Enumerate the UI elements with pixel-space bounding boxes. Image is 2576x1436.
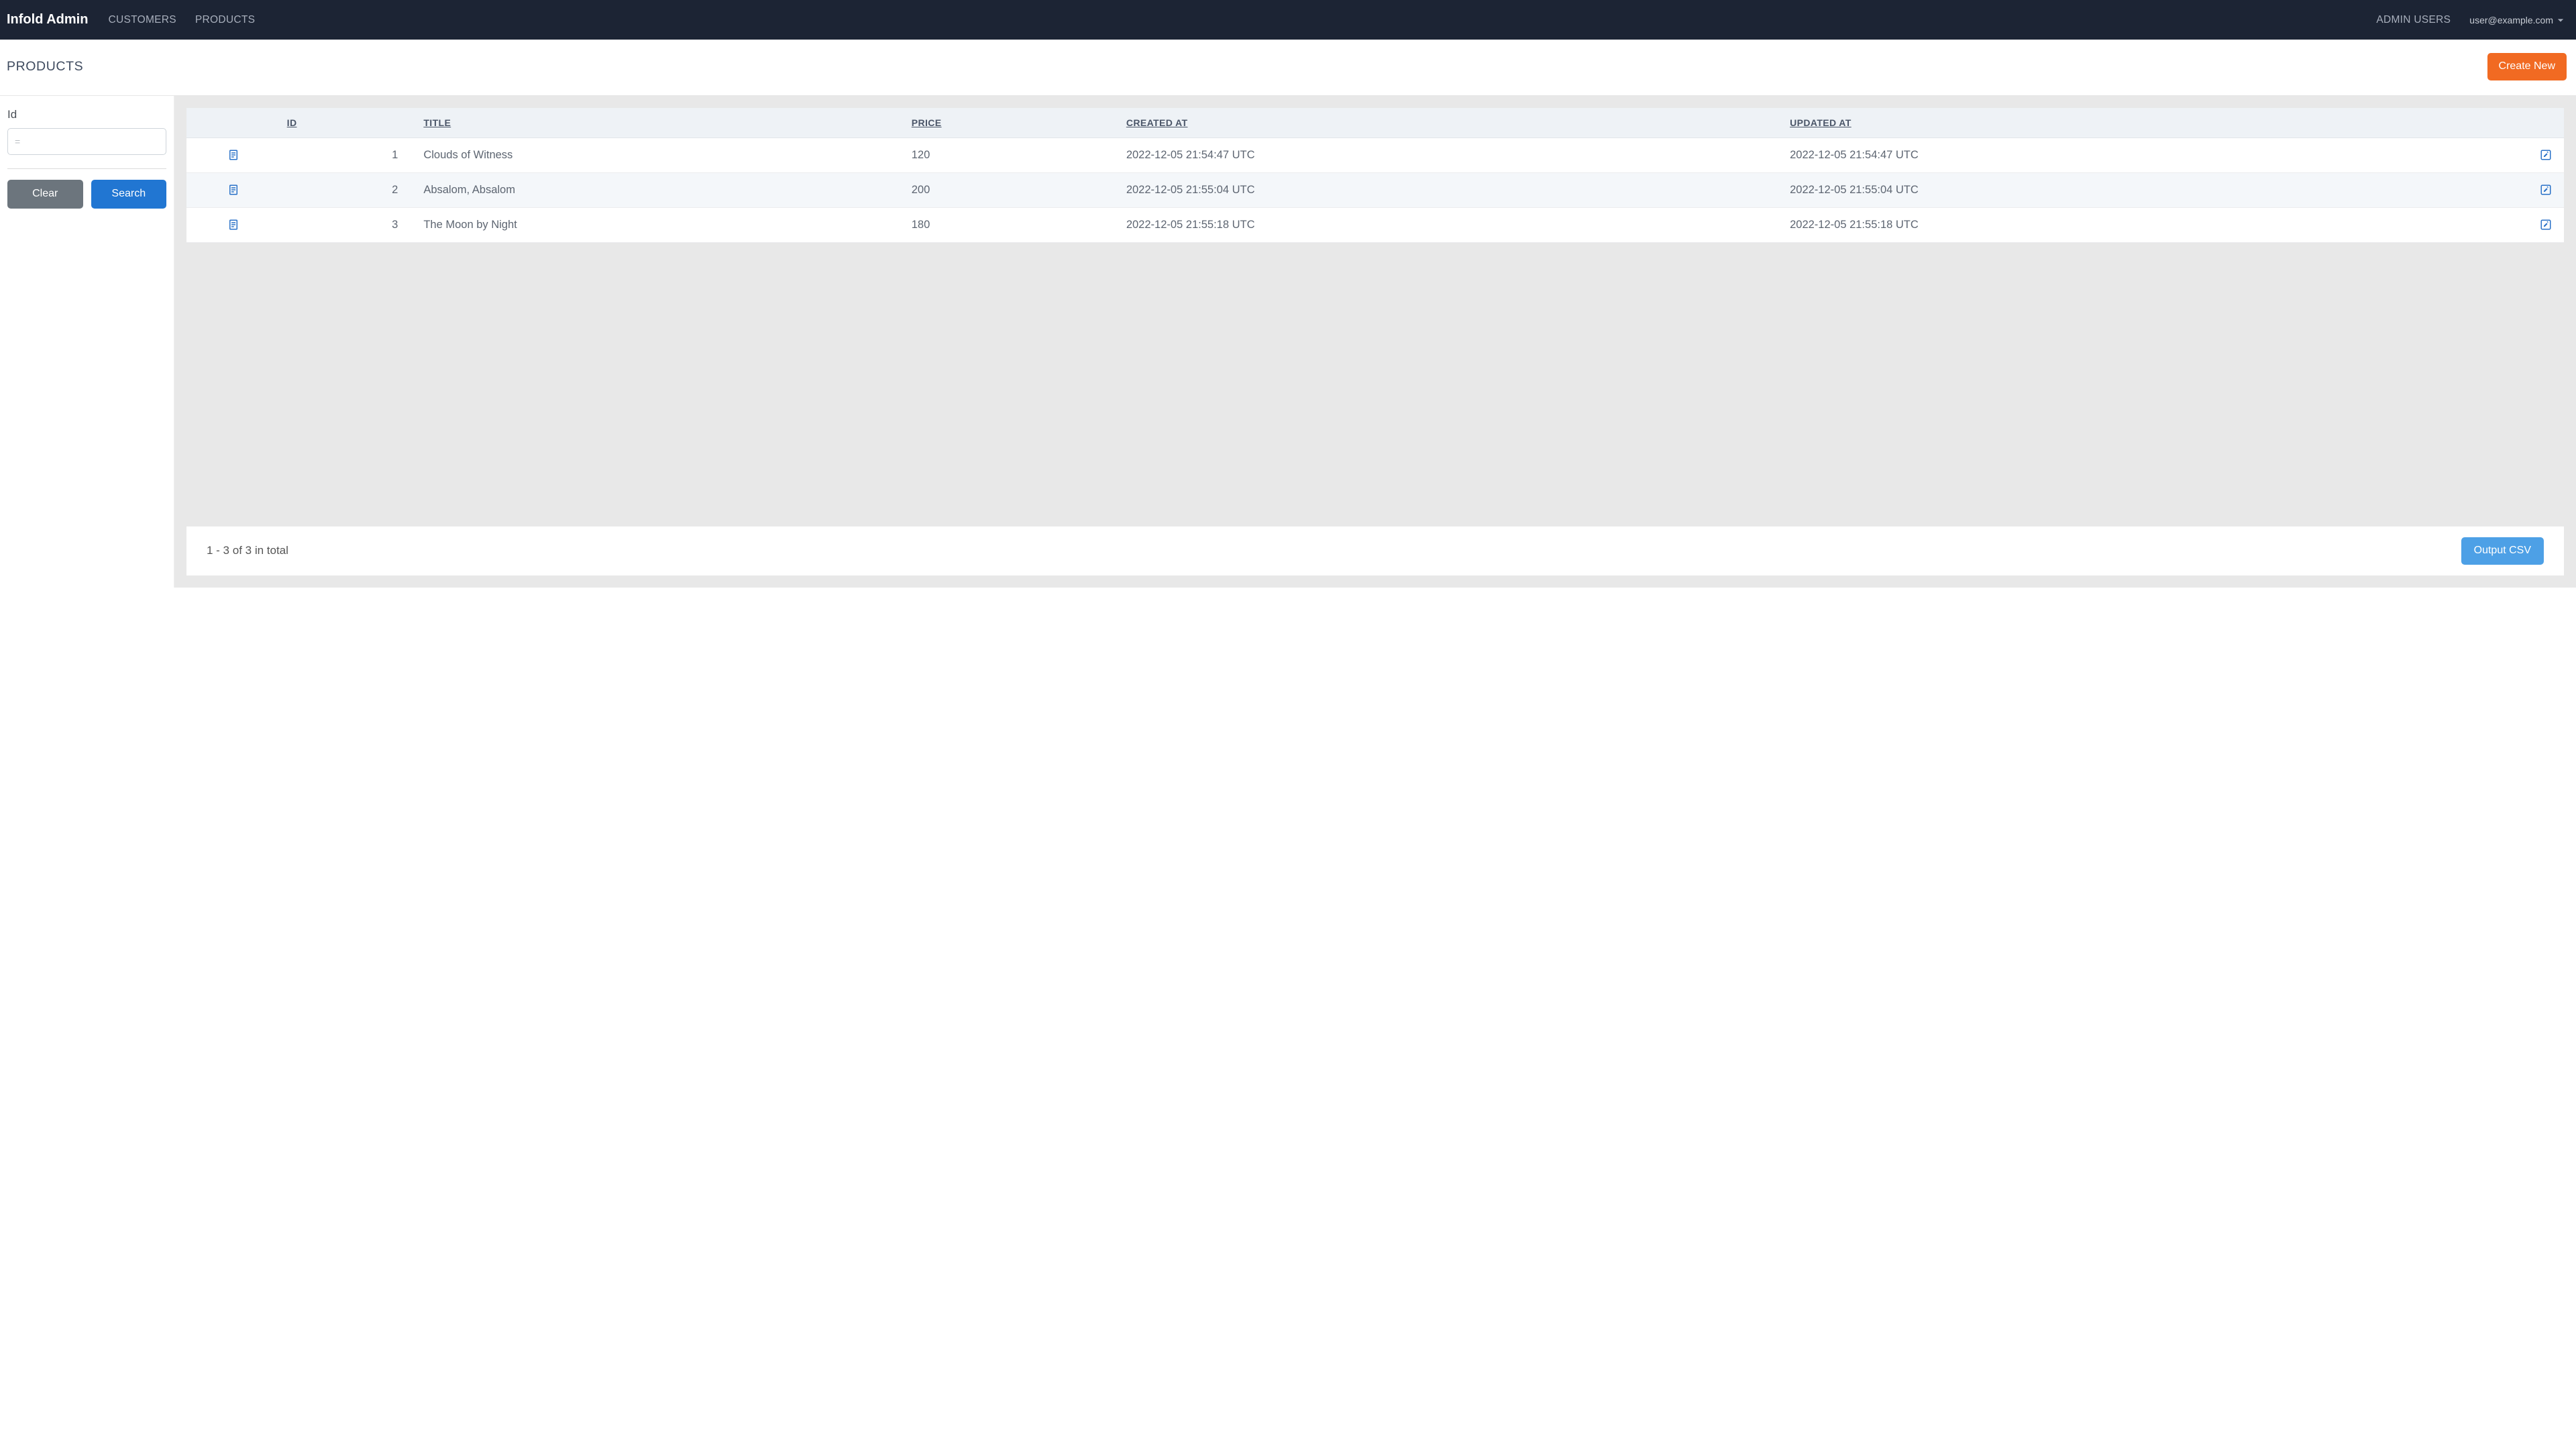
id-filter-input[interactable] [7,128,166,155]
edit-icon[interactable] [2540,184,2552,196]
cell-created-at: 2022-12-05 21:55:18 UTC [1120,207,1783,242]
cell-updated-at: 2022-12-05 21:55:04 UTC [1783,172,2447,207]
id-filter-label: Id [7,108,166,121]
col-header-created-at[interactable]: CREATED AT [1120,108,1783,138]
edit-icon[interactable] [2540,149,2552,161]
filter-sidebar: Id Clear Search [0,96,174,588]
table-footer: 1 - 3 of 3 in total Output CSV [186,526,2564,575]
table-empty-space [186,243,2564,526]
table-row: 3The Moon by Night1802022-12-05 21:55:18… [186,207,2564,242]
edit-icon[interactable] [2540,219,2552,231]
nav-links: CUSTOMERS PRODUCTS [100,9,263,32]
cell-title: The Moon by Night [417,207,904,242]
top-navbar: Infold Admin CUSTOMERS PRODUCTS ADMIN US… [0,0,2576,40]
nav-right: ADMIN USERS user@example.com [2368,9,2567,32]
cell-id: 3 [280,207,417,242]
cell-updated-at: 2022-12-05 21:55:18 UTC [1783,207,2447,242]
page-title: PRODUCTS [7,59,83,74]
cell-id: 1 [280,137,417,172]
cell-id: 2 [280,172,417,207]
cell-price: 180 [905,207,1120,242]
cell-price: 200 [905,172,1120,207]
cell-created-at: 2022-12-05 21:55:04 UTC [1120,172,1783,207]
cell-price: 120 [905,137,1120,172]
cell-created-at: 2022-12-05 21:54:47 UTC [1120,137,1783,172]
document-icon[interactable] [227,149,239,161]
pagination-range: 1 - 3 of 3 in total [207,544,288,557]
create-new-button[interactable]: Create New [2487,53,2567,80]
table-row: 1Clouds of Witness1202022-12-05 21:54:47… [186,137,2564,172]
main-content: ID TITLE PRICE CREATED AT UPDATED AT 1Cl… [174,96,2576,588]
products-table: ID TITLE PRICE CREATED AT UPDATED AT 1Cl… [186,108,2564,243]
chevron-down-icon [2557,17,2564,23]
nav-products[interactable]: PRODUCTS [187,9,263,32]
sidebar-divider [7,168,166,169]
user-email-label: user@example.com [2469,15,2553,25]
nav-admin-users[interactable]: ADMIN USERS [2368,9,2459,32]
clear-button[interactable]: Clear [7,180,83,209]
subheader: PRODUCTS Create New [0,40,2576,96]
nav-customers[interactable]: CUSTOMERS [100,9,184,32]
brand-label[interactable]: Infold Admin [7,12,88,27]
search-button[interactable]: Search [91,180,167,209]
document-icon[interactable] [227,219,239,231]
col-header-edit [2447,108,2564,138]
col-header-price[interactable]: PRICE [905,108,1120,138]
output-csv-button[interactable]: Output CSV [2461,537,2544,565]
col-header-id[interactable]: ID [280,108,417,138]
table-row: 2Absalom, Absalom2002022-12-05 21:55:04 … [186,172,2564,207]
col-header-updated-at[interactable]: UPDATED AT [1783,108,2447,138]
col-header-view [186,108,280,138]
user-menu[interactable]: user@example.com [2461,9,2567,31]
cell-title: Absalom, Absalom [417,172,904,207]
document-icon[interactable] [227,184,239,196]
col-header-title[interactable]: TITLE [417,108,904,138]
cell-updated-at: 2022-12-05 21:54:47 UTC [1783,137,2447,172]
cell-title: Clouds of Witness [417,137,904,172]
sidebar-buttons: Clear Search [7,180,166,209]
